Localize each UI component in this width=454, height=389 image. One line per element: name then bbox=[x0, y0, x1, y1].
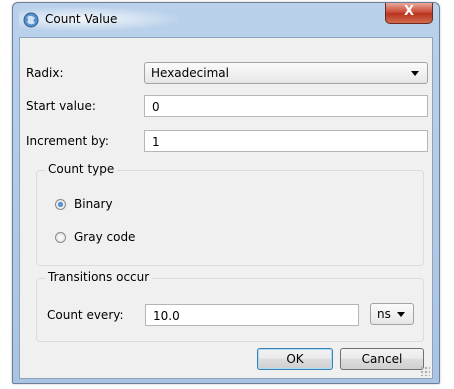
count-type-legend: Count type bbox=[45, 162, 118, 176]
gray-code-radio[interactable] bbox=[55, 232, 66, 243]
dialog-window: Count Value X Radix: Hexadecimal Start v… bbox=[12, 2, 440, 384]
binary-radio[interactable] bbox=[55, 199, 66, 210]
count-every-text: 10.0 bbox=[153, 309, 180, 323]
chevron-down-icon bbox=[411, 71, 419, 76]
transitions-legend: Transitions occur bbox=[45, 270, 153, 284]
count-every-label: Count every: bbox=[47, 308, 124, 322]
ok-label: OK bbox=[286, 352, 304, 366]
count-every-input[interactable]: 10.0 bbox=[145, 304, 359, 326]
radix-label: Radix: bbox=[26, 66, 64, 80]
binary-label[interactable]: Binary bbox=[74, 197, 113, 211]
cancel-label: Cancel bbox=[361, 352, 403, 366]
title-bar[interactable]: Count Value X bbox=[13, 3, 439, 35]
unit-value: ns bbox=[377, 307, 391, 321]
increment-input[interactable]: 1 bbox=[144, 130, 428, 152]
resize-grip[interactable] bbox=[420, 366, 430, 376]
count-type-group: Count type bbox=[36, 162, 424, 266]
chevron-down-icon bbox=[397, 312, 405, 317]
cancel-button[interactable]: Cancel bbox=[340, 348, 424, 370]
start-value-input[interactable]: 0 bbox=[144, 95, 428, 117]
unit-select[interactable]: ns bbox=[370, 303, 414, 325]
ok-button[interactable]: OK bbox=[257, 348, 333, 370]
start-value-label: Start value: bbox=[26, 99, 96, 113]
radix-value: Hexadecimal bbox=[151, 66, 229, 80]
increment-text: 1 bbox=[152, 135, 160, 149]
radio-selected-dot bbox=[58, 202, 63, 207]
start-value-text: 0 bbox=[152, 100, 160, 114]
window-title: Count Value bbox=[45, 12, 118, 26]
app-icon bbox=[23, 12, 39, 28]
dialog-body: Radix: Hexadecimal Start value: 0 Increm… bbox=[19, 37, 433, 379]
close-button[interactable]: X bbox=[385, 3, 433, 24]
gray-code-label[interactable]: Gray code bbox=[74, 230, 135, 244]
close-icon: X bbox=[403, 4, 415, 19]
increment-label: Increment by: bbox=[26, 134, 109, 148]
radix-select[interactable]: Hexadecimal bbox=[144, 62, 428, 84]
